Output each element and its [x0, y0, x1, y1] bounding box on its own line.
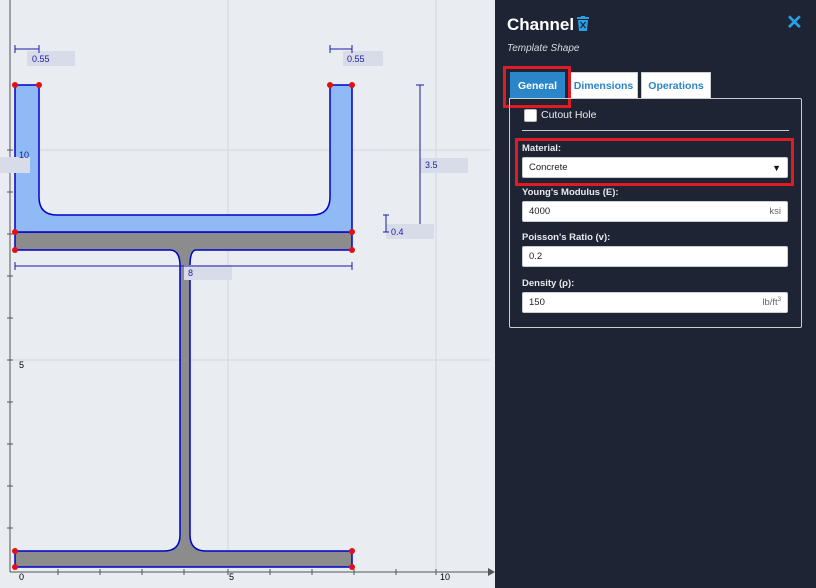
dimension-flange-thickness[interactable]: 0.4	[383, 214, 434, 239]
density-unit: lb/ft3	[762, 296, 781, 309]
material-select[interactable]: Concrete ▼	[522, 157, 788, 178]
tab-general[interactable]: General	[510, 72, 565, 98]
channel-shape[interactable]	[14, 84, 353, 233]
dimension-top-left[interactable]: 0.55	[14, 45, 75, 66]
poisson-ratio-value: 0.2	[529, 251, 543, 262]
drawing-canvas[interactable]: 5 0 5 10 0.55 0.55 10 3.5 0.4 8	[0, 0, 495, 588]
dimension-label: 0.55	[347, 54, 365, 64]
density-input[interactable]: 150 lb/ft3	[522, 292, 788, 313]
panel-title: Channel	[507, 15, 575, 34]
x-axis-label-0: 0	[19, 572, 24, 582]
close-icon[interactable]: ✕	[786, 13, 803, 33]
youngs-modulus-input[interactable]: 4000 ksi	[522, 201, 788, 222]
youngs-modulus-unit: ksi	[769, 206, 781, 217]
dimension-top-right[interactable]: 0.55	[329, 45, 383, 66]
dimension-label: 0.55	[32, 54, 50, 64]
material-value: Concrete	[529, 162, 568, 173]
cutout-hole-label: Cutout Hole	[541, 109, 597, 121]
poisson-ratio-input[interactable]: 0.2	[522, 246, 788, 267]
dropdown-arrow-icon: ▼	[772, 162, 781, 173]
x-axis-label-5: 5	[229, 572, 234, 582]
dimension-label: 8	[188, 268, 193, 278]
dimension-channel-height[interactable]: 3.5	[416, 84, 468, 233]
youngs-modulus-value: 4000	[529, 206, 551, 217]
y-axis-label-5: 5	[19, 360, 24, 370]
youngs-modulus-label: Young's Modulus (E):	[522, 187, 619, 198]
dimension-label: 3.5	[425, 160, 438, 170]
i-beam-shape[interactable]	[14, 231, 353, 568]
trash-icon[interactable]	[577, 16, 589, 36]
dimension-label: 0.4	[391, 227, 404, 237]
properties-panel: Channel ✕ Template Shape General Dimensi…	[495, 0, 816, 588]
grid	[10, 0, 490, 572]
density-value: 150	[529, 297, 545, 308]
density-label: Density (ρ):	[522, 278, 575, 289]
tab-operations[interactable]: Operations	[641, 72, 711, 98]
dimension-label: 10	[19, 150, 29, 160]
x-axis-label-10: 10	[440, 572, 450, 582]
general-tab-content: Cutout Hole Material: Concrete ▼ Young's…	[509, 98, 802, 328]
material-label: Material:	[522, 143, 562, 154]
axes	[7, 0, 495, 576]
tab-dimensions[interactable]: Dimensions	[569, 72, 638, 98]
poisson-ratio-label: Poisson's Ratio (v):	[522, 232, 611, 243]
cutout-hole-checkbox[interactable]	[524, 109, 537, 122]
panel-subtitle: Template Shape	[507, 43, 580, 54]
divider	[522, 130, 789, 131]
